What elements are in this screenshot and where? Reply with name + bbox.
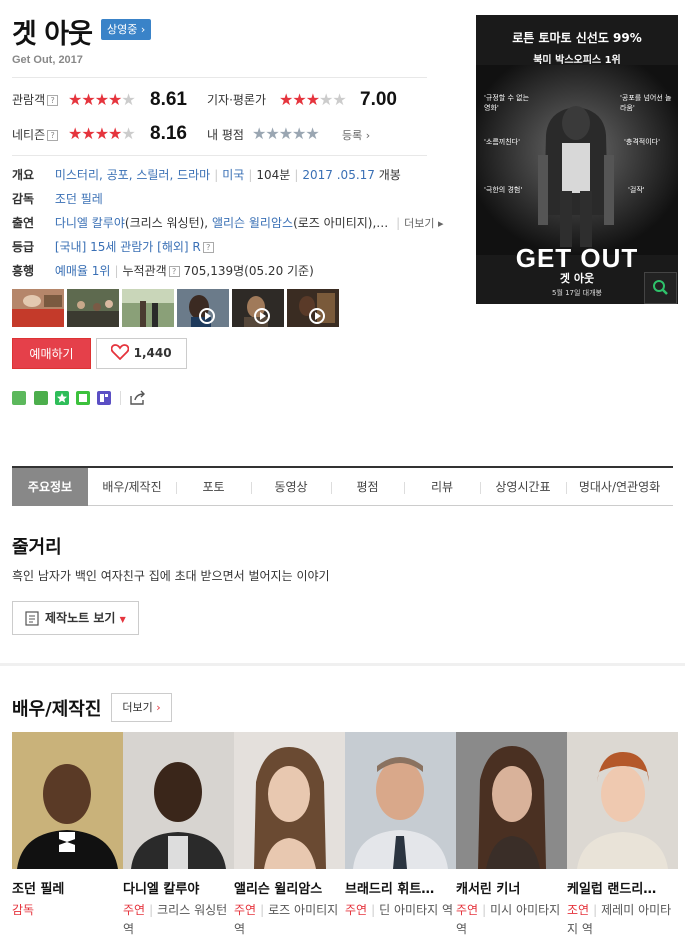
cast-heading: 배우/제작진: [12, 699, 102, 720]
poster-quote: '걸작': [628, 186, 645, 194]
production-notes-button[interactable]: 제작노트 보기 ▼: [12, 601, 139, 635]
tab-rating[interactable]: 평점: [331, 468, 404, 506]
tab-showtimes[interactable]: 상영시간표: [480, 468, 566, 506]
cast-photo[interactable]: [123, 732, 234, 869]
poster-headline: 로튼 토마토 신선도 99%: [512, 31, 642, 45]
star-icon[interactable]: [55, 391, 69, 405]
like-count: 1,440: [133, 346, 172, 360]
audience-stars: ★★★★★: [68, 90, 136, 109]
cast-card[interactable]: 앨리슨 윌리암스 주연 | 로즈 아미티지 역: [234, 732, 345, 938]
video-thumbnail[interactable]: [177, 289, 229, 327]
cast-link-2[interactable]: 앨리슨 윌리암스: [212, 216, 293, 230]
overview-row: 개요 미스터리, 공포, 스릴러, 드라마 | 미국 | 104분 | 2017 .05.1…: [12, 168, 401, 182]
divider: [12, 77, 427, 78]
cast-more-button[interactable]: 더보기 ›: [111, 693, 172, 722]
play-icon: [199, 308, 215, 324]
search-icon: [653, 280, 668, 295]
grade-intl-link[interactable]: [해외] R: [157, 240, 201, 254]
divider: [12, 155, 427, 156]
reserve-button[interactable]: 예매하기: [12, 338, 91, 369]
tab-main-info[interactable]: 주요정보: [12, 468, 88, 506]
my-rating-label: 내 평점: [207, 128, 244, 142]
movie-title: 겟 아웃: [12, 19, 93, 50]
critic-stars: ★★★★★: [279, 90, 347, 109]
tab-cast[interactable]: 배우/제작진: [88, 468, 176, 506]
still-thumbnail[interactable]: [67, 289, 119, 327]
cafe-icon[interactable]: [34, 391, 48, 405]
grade-row: 등급 [국내] 15세 관람가 [해외] R?: [12, 238, 214, 258]
poster-quote: '규정할 수 없는 영화': [484, 94, 530, 112]
cast-photo[interactable]: [12, 732, 123, 869]
poster-subheadline: 북미 박스오피스 1위: [533, 55, 621, 66]
video-thumbnail[interactable]: [232, 289, 284, 327]
cast-photo[interactable]: [567, 732, 678, 869]
help-icon[interactable]: ?: [202, 242, 214, 253]
netizen-score: 8.16: [150, 123, 187, 144]
cast-card[interactable]: 캐서린 키너 주연 | 미시 아미타지 역: [456, 732, 567, 938]
audience-rating: 관람객?: [12, 91, 59, 108]
movie-poster[interactable]: 로튼 토마토 신선도 99% 북미 박스오피스 1위 '규정할 수 없는 영화'…: [476, 15, 678, 304]
cast-link-1[interactable]: 다니엘 칼루야: [55, 216, 125, 230]
boxoffice-row: 흥행 예매율 1위 | 누적관객? 705,139명(05.20 기준): [12, 264, 314, 278]
cast-photo[interactable]: [345, 732, 456, 869]
runtime: 104분: [256, 168, 291, 182]
country-link[interactable]: 미국: [222, 168, 244, 182]
grade-link[interactable]: [국내] 15세 관람가: [55, 240, 154, 254]
netizen-rating: 네티즌?: [12, 126, 59, 143]
synopsis-heading: 줄거리: [12, 537, 62, 558]
cast-more-link[interactable]: 더보기 ▸: [404, 217, 443, 230]
critic-score: 7.00: [360, 89, 397, 110]
cast-photo[interactable]: [456, 732, 567, 869]
poster-quote: '소름끼친다': [484, 138, 521, 146]
still-thumbnail[interactable]: [12, 289, 64, 327]
line-icon[interactable]: [76, 391, 90, 405]
zoom-button[interactable]: [644, 272, 677, 304]
critic-label: 기자·평론가: [207, 93, 267, 107]
director-link[interactable]: 조던 필레: [55, 192, 103, 206]
chevron-right-icon: ›: [156, 701, 161, 714]
genre-links[interactable]: 미스터리, 공포, 스릴러, 드라마: [55, 168, 210, 182]
cast-card[interactable]: 케일럽 랜드리… 조연 | 제레미 아미타지 역: [567, 732, 678, 938]
cast-row: 출연 다니엘 칼루야(크리스 워싱턴), 앨리슨 윌리암스(로즈 아미티지),……: [12, 216, 444, 230]
divider: [120, 391, 121, 405]
caret-down-icon: ▼: [119, 615, 126, 624]
still-thumbnail[interactable]: [122, 289, 174, 327]
poster-quote: '공포를 넘어선 놀라움': [620, 94, 672, 112]
tab-review[interactable]: 리뷰: [404, 468, 480, 506]
release-date-link[interactable]: 2017 .05.17: [302, 168, 375, 182]
status-badge[interactable]: 상영중 ›: [101, 19, 152, 40]
video-thumbnail[interactable]: [287, 289, 339, 327]
reservation-rank-link[interactable]: 예매율 1위: [55, 264, 111, 278]
tab-video[interactable]: 동영상: [251, 468, 331, 506]
movie-subtitle: Get Out, 2017: [12, 54, 83, 66]
help-icon[interactable]: ?: [47, 130, 59, 141]
tab-photo[interactable]: 포토: [176, 468, 251, 506]
netizen-stars: ★★★★★: [68, 124, 136, 143]
like-button[interactable]: 1,440: [96, 338, 187, 369]
tab-quotes-related[interactable]: 명대사/연관영화: [566, 468, 673, 506]
director-row: 감독 조던 필레: [12, 192, 103, 206]
synopsis-text: 흑인 남자가 백인 여자친구 집에 초대 받으면서 벌어지는 이야기: [12, 569, 330, 583]
cast-card[interactable]: 조던 필레 감독: [12, 732, 123, 938]
poster-quote: '극한의 경험': [484, 186, 523, 194]
my-rating-stars[interactable]: ★★★★★: [252, 126, 320, 142]
audience-score: 8.61: [150, 89, 187, 110]
help-icon[interactable]: ?: [168, 266, 180, 277]
cast-card[interactable]: 브래드리 휘트… 주연 | 딘 아미타지 역: [345, 732, 456, 938]
poster-quote: '충격적이다': [624, 138, 661, 146]
cast-photo[interactable]: [234, 732, 345, 869]
help-icon[interactable]: ?: [47, 95, 59, 106]
cast-card[interactable]: 다니엘 칼루야 주연 | 크리스 워싱턴 역: [123, 732, 234, 938]
cumulative-audience: 705,139명(05.20 기준): [183, 264, 314, 278]
document-icon: [25, 611, 39, 626]
band-icon[interactable]: [97, 391, 111, 405]
share-icon[interactable]: [129, 390, 147, 409]
blog-icon[interactable]: [12, 391, 26, 405]
tab-bar: 주요정보 배우/제작진 포토 동영상 평점 리뷰 상영시간표 명대사/연관영화: [12, 466, 673, 506]
heart-icon: [111, 344, 130, 361]
play-icon: [309, 308, 325, 324]
play-icon: [254, 308, 270, 324]
register-rating-link[interactable]: 등록 ›: [342, 127, 370, 143]
section-divider: [0, 663, 685, 666]
